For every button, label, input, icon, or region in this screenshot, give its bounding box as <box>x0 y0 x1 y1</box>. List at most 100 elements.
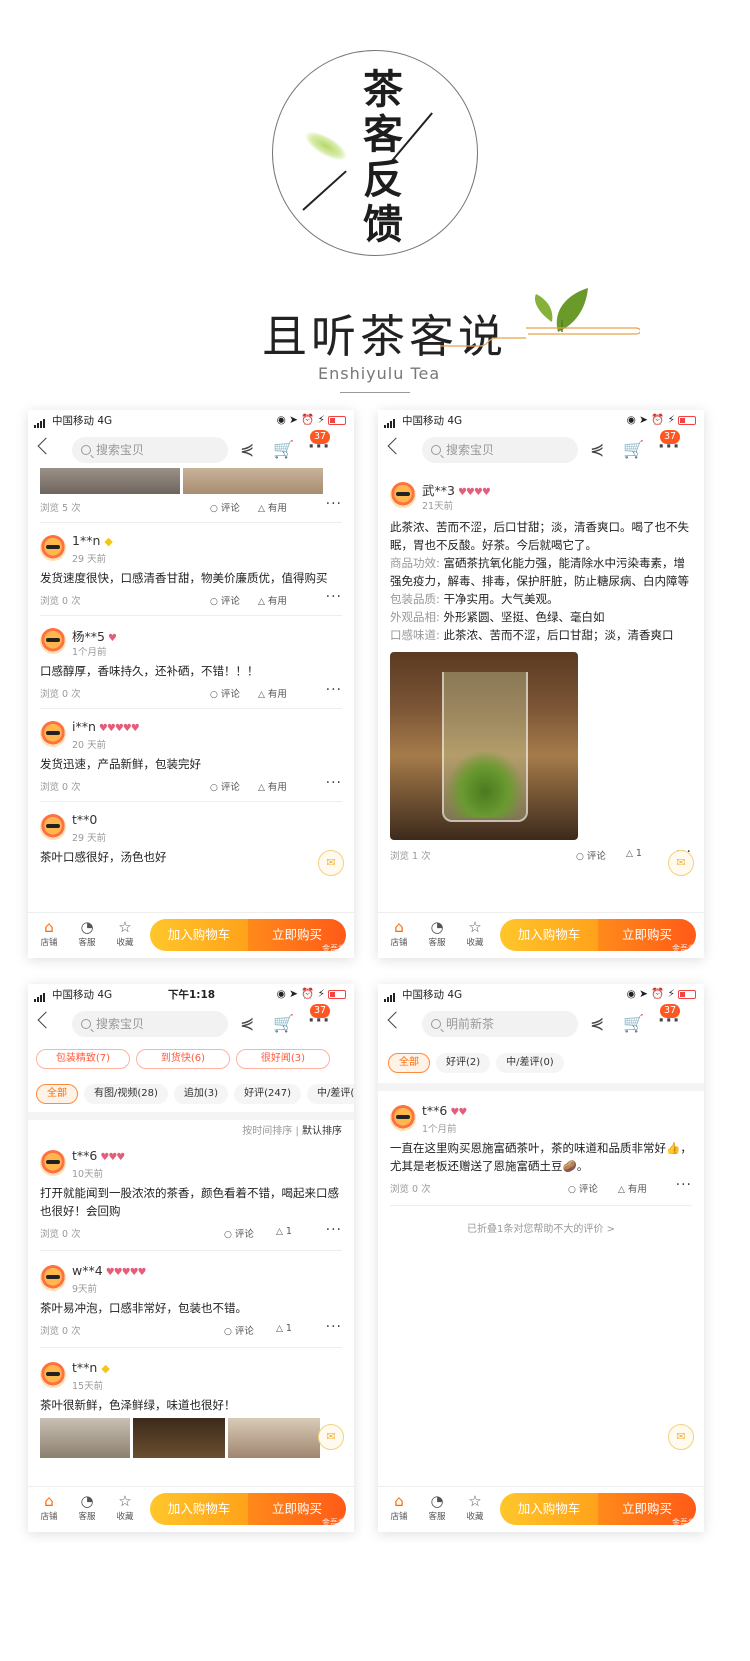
feedback-bubble-icon[interactable]: ✉ <box>668 850 694 876</box>
more-button[interactable]: ··· <box>676 1177 692 1193</box>
sort-by-time[interactable]: 按时间排序 <box>242 1126 292 1137</box>
avatar[interactable] <box>40 814 66 840</box>
avatar[interactable] <box>390 482 416 508</box>
add-to-cart-button[interactable]: 加入购物车 <box>150 919 248 951</box>
more-button[interactable]: ··· <box>326 1319 342 1335</box>
review-user: 武**3 ♥♥♥♥ 21天前 <box>390 476 692 516</box>
shop-icon: ⌂ <box>394 918 404 936</box>
tag-chip[interactable]: 到货快(6) <box>136 1049 230 1069</box>
review-text: 茶叶易冲泡，口感非常好，包装也不错。 <box>40 1301 247 1315</box>
comment-button[interactable]: 评论 <box>224 1323 254 1337</box>
filter-media[interactable]: 有图/视频(28) <box>84 1084 168 1104</box>
cart-icon[interactable]: 🛒 <box>623 1014 644 1034</box>
share-icon[interactable]: ⋞ <box>240 440 254 460</box>
shop-tab[interactable]: ⌂ 店铺 <box>384 918 414 949</box>
tea-leaves <box>448 752 522 818</box>
filter-good[interactable]: 好评(2) <box>436 1053 491 1073</box>
share-icon[interactable]: ⋞ <box>240 1014 254 1034</box>
review-meta: 浏览 1 次 评论 1 ··· <box>390 844 692 866</box>
more-button[interactable]: ··· <box>326 1222 342 1238</box>
share-icon[interactable]: ⋞ <box>590 1014 604 1034</box>
filter-good[interactable]: 好评(247) <box>234 1084 301 1104</box>
comment-button[interactable]: 评论 <box>210 779 240 793</box>
favorite-tab[interactable]: ☆ 收藏 <box>110 919 140 949</box>
useful-count[interactable]: 1 <box>626 848 642 859</box>
avatar[interactable] <box>40 1150 66 1176</box>
more-button[interactable]: ··· <box>326 682 342 698</box>
username: w**4 <box>72 1263 103 1278</box>
avatar[interactable] <box>40 628 66 654</box>
cart-icon[interactable]: 🛒 <box>273 440 294 460</box>
useful-button[interactable]: 有用 <box>258 779 287 793</box>
shop-tab[interactable]: ⌂ 店铺 <box>384 1493 414 1523</box>
service-tab[interactable]: ◔ 客服 <box>422 919 452 949</box>
useful-button[interactable]: 有用 <box>258 500 287 514</box>
comment-button[interactable]: 评论 <box>568 1181 598 1195</box>
back-icon[interactable] <box>37 1011 55 1029</box>
favorite-tab[interactable]: ☆ 收藏 <box>110 1493 140 1523</box>
avatar[interactable] <box>40 1265 66 1291</box>
review-photos[interactable] <box>40 468 342 494</box>
search-input[interactable]: 明前新茶 <box>422 1011 578 1037</box>
more-button[interactable]: ··· <box>326 775 342 791</box>
search-input[interactable]: 搜索宝贝 <box>72 437 228 463</box>
share-icon[interactable]: ⋞ <box>590 440 604 460</box>
useful-count[interactable]: 1 <box>276 1323 292 1334</box>
useful-button[interactable]: 有用 <box>618 1181 647 1195</box>
avatar[interactable] <box>40 535 66 561</box>
tea-glass-photo[interactable] <box>390 652 578 840</box>
feedback-bubble-icon[interactable]: ✉ <box>318 1424 344 1450</box>
view-count: 浏览 0 次 <box>40 689 81 700</box>
add-to-cart-button[interactable]: 加入购物车 <box>500 919 598 951</box>
feedback-bubble-icon[interactable]: ✉ <box>318 850 344 876</box>
comment-button[interactable]: 评论 <box>576 848 606 862</box>
more-button[interactable]: ··· <box>326 589 342 605</box>
review-photo[interactable] <box>40 1418 130 1458</box>
useful-count[interactable]: 1 <box>276 1226 292 1237</box>
review-photo[interactable] <box>228 1418 320 1458</box>
review-photo[interactable] <box>183 468 323 494</box>
heart-rank-icon: ♥ <box>107 633 117 644</box>
filter-all[interactable]: 全部 <box>36 1084 78 1104</box>
review-time: 9天前 <box>72 1284 98 1295</box>
service-tab[interactable]: ◔ 客服 <box>72 1493 102 1523</box>
cart-icon[interactable]: 🛒 <box>623 440 644 460</box>
review-photo[interactable] <box>133 1418 225 1458</box>
comment-button[interactable]: 评论 <box>210 686 240 700</box>
avatar[interactable] <box>390 1105 416 1131</box>
comment-button[interactable]: 评论 <box>210 593 240 607</box>
tag-chip[interactable]: 很好闻(3) <box>236 1049 330 1069</box>
more-button[interactable]: ··· <box>326 496 342 512</box>
search-input[interactable]: 搜索宝贝 <box>422 437 578 463</box>
add-to-cart-button[interactable]: 加入购物车 <box>500 1493 598 1525</box>
favorite-tab[interactable]: ☆ 收藏 <box>460 919 490 949</box>
service-tab[interactable]: ◔ 客服 <box>72 919 102 949</box>
sort-default[interactable]: 默认排序 <box>302 1126 342 1137</box>
avatar[interactable] <box>40 1362 66 1388</box>
comment-button[interactable]: 评论 <box>210 500 240 514</box>
filter-bad[interactable]: 中/差评(0) <box>496 1053 564 1073</box>
back-icon[interactable] <box>387 437 405 455</box>
add-to-cart-button[interactable]: 加入购物车 <box>150 1493 248 1525</box>
review-photo[interactable] <box>40 468 180 494</box>
filter-bad[interactable]: 中/差评( <box>306 1084 354 1104</box>
filter-append[interactable]: 追加(3) <box>173 1084 229 1104</box>
back-icon[interactable] <box>37 437 55 455</box>
folded-reviews-link[interactable]: 已折叠1条对您帮助不大的评价 > <box>390 1206 692 1235</box>
review-photos[interactable] <box>40 1418 342 1458</box>
avatar[interactable] <box>40 721 66 747</box>
favorite-tab[interactable]: ☆ 收藏 <box>460 1493 490 1523</box>
back-icon[interactable] <box>387 1011 405 1029</box>
useful-button[interactable]: 有用 <box>258 593 287 607</box>
shop-tab[interactable]: ⌂ 店铺 <box>34 919 64 949</box>
attr-row: 外观品相: 外形紧圆、坚挺、色绿、毫白如 <box>390 610 605 624</box>
feedback-bubble-icon[interactable]: ✉ <box>668 1424 694 1450</box>
service-tab[interactable]: ◔ 客服 <box>422 1493 452 1523</box>
shop-tab[interactable]: ⌂ 店铺 <box>34 1493 64 1523</box>
cart-icon[interactable]: 🛒 <box>273 1014 294 1034</box>
search-input[interactable]: 搜索宝贝 <box>72 1011 228 1037</box>
filter-all[interactable]: 全部 <box>388 1053 430 1073</box>
tag-chip[interactable]: 包装精致(7) <box>36 1049 130 1069</box>
comment-button[interactable]: 评论 <box>224 1226 254 1240</box>
useful-button[interactable]: 有用 <box>258 686 287 700</box>
